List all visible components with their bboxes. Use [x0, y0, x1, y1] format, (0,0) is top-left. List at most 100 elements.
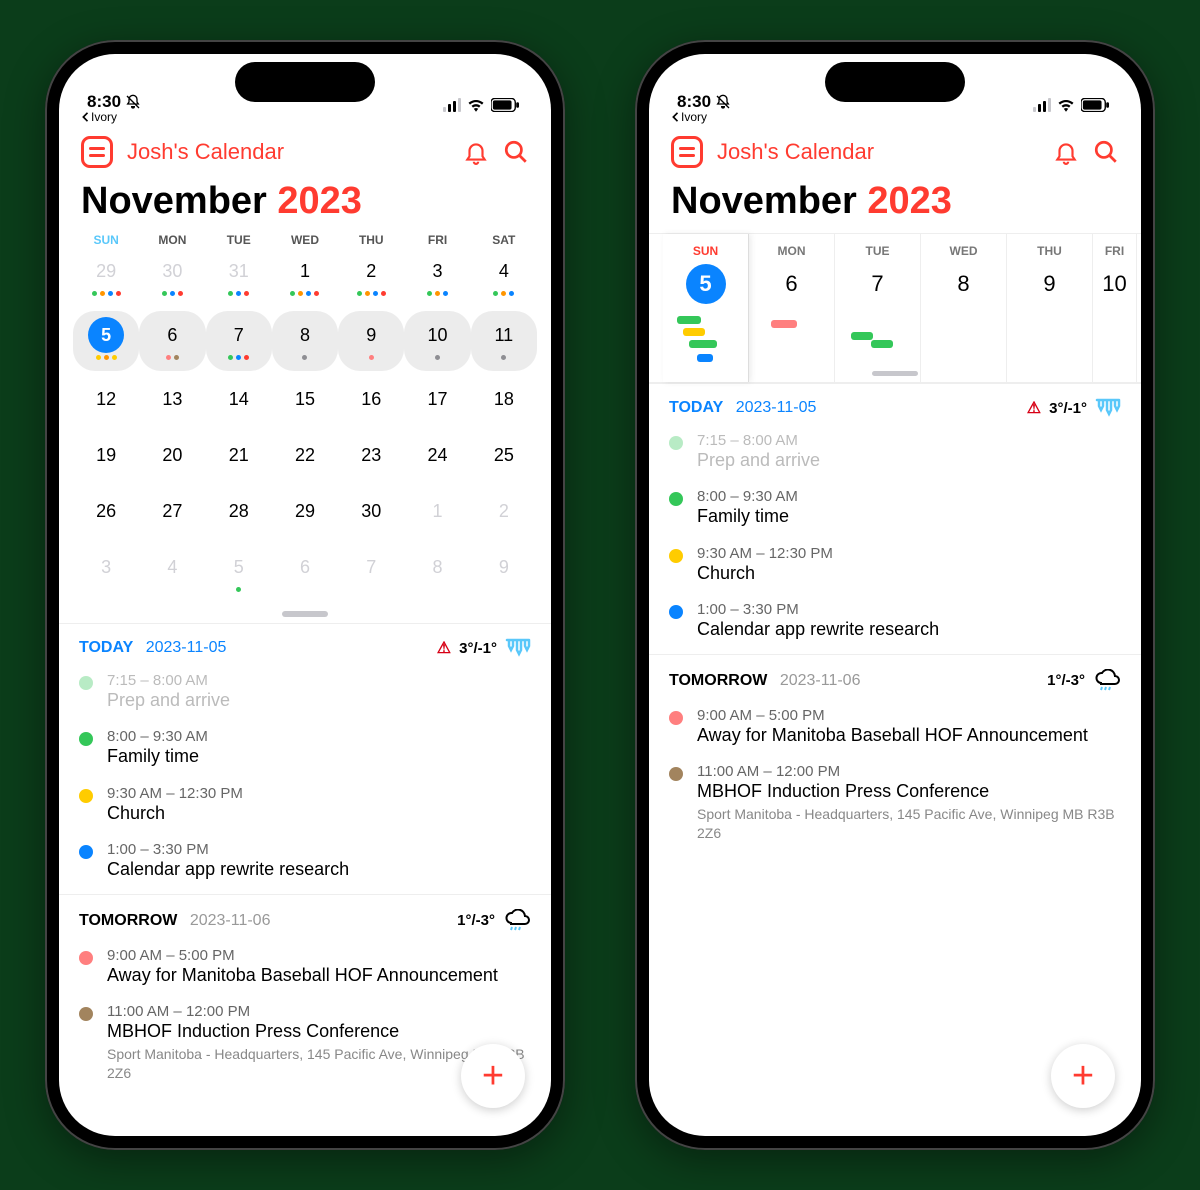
day-number: 18	[486, 381, 522, 417]
day-cell[interactable]: 28	[206, 487, 272, 539]
search-icon[interactable]	[503, 139, 529, 165]
day-cell[interactable]: 30	[139, 247, 205, 307]
day-number: 30	[154, 253, 190, 289]
week-strip-day[interactable]: THU9	[1007, 234, 1093, 382]
week-strip-day[interactable]: MON6	[749, 234, 835, 382]
day-cell[interactable]: 4	[471, 247, 537, 307]
event-item[interactable]: 1:00 – 3:30 PMCalendar app rewrite resea…	[59, 837, 551, 893]
day-cell[interactable]: 8	[404, 543, 470, 603]
drag-handle[interactable]	[872, 371, 918, 376]
day-number: 6	[772, 264, 812, 304]
day-cell[interactable]: 15	[272, 375, 338, 427]
day-cell[interactable]: 6	[139, 311, 205, 371]
day-cell[interactable]: 6	[272, 543, 338, 603]
day-cell[interactable]: 23	[338, 431, 404, 483]
week-strip-day[interactable]: FRI10	[1093, 234, 1137, 382]
day-cell[interactable]: 2	[471, 487, 537, 539]
cellular-icon	[443, 98, 461, 112]
event-title: MBHOF Induction Press Conference	[697, 780, 1121, 803]
day-cell[interactable]: 5	[73, 311, 139, 371]
day-number: 15	[287, 381, 323, 417]
day-cell[interactable]: 12	[73, 375, 139, 427]
day-cell[interactable]: 3	[404, 247, 470, 307]
agenda-section-header: TODAY 2023-11-05⚠3°/-1°	[59, 623, 551, 668]
day-cell[interactable]: 11	[471, 311, 537, 371]
event-item[interactable]: 1:00 – 3:30 PMCalendar app rewrite resea…	[649, 597, 1141, 653]
event-item[interactable]: 11:00 AM – 12:00 PMMBHOF Induction Press…	[649, 759, 1141, 854]
day-number: 5	[88, 317, 124, 353]
day-cell[interactable]: 9	[471, 543, 537, 603]
day-cell[interactable]: 13	[139, 375, 205, 427]
day-cell[interactable]: 5	[206, 543, 272, 603]
event-time: 8:00 – 9:30 AM	[107, 728, 531, 745]
day-number: 8	[287, 317, 323, 353]
day-cell[interactable]: 1	[272, 247, 338, 307]
day-cell[interactable]: 22	[272, 431, 338, 483]
day-cell[interactable]: 4	[139, 543, 205, 603]
day-cell[interactable]: 29	[272, 487, 338, 539]
event-title: Family time	[107, 745, 531, 768]
bell-slash-icon	[715, 94, 731, 110]
day-number: 13	[154, 381, 190, 417]
day-number: 27	[154, 493, 190, 529]
bell-icon[interactable]	[1053, 139, 1079, 165]
event-item[interactable]: 8:00 – 9:30 AMFamily time	[59, 724, 551, 780]
event-item[interactable]: 7:15 – 8:00 AMPrep and arrive	[59, 668, 551, 724]
add-event-button[interactable]: +	[1051, 1044, 1115, 1108]
day-cell[interactable]: 10	[404, 311, 470, 371]
week-strip-day[interactable]: TUE7	[835, 234, 921, 382]
day-cell[interactable]: 21	[206, 431, 272, 483]
day-cell[interactable]: 26	[73, 487, 139, 539]
weekday-label: THU	[338, 233, 404, 247]
mini-events	[1093, 310, 1136, 370]
day-cell[interactable]: 14	[206, 375, 272, 427]
day-cell[interactable]: 9	[338, 311, 404, 371]
day-cell[interactable]: 7	[338, 543, 404, 603]
day-number: 17	[420, 381, 456, 417]
day-cell[interactable]: 17	[404, 375, 470, 427]
day-cell[interactable]: 30	[338, 487, 404, 539]
bell-icon[interactable]	[463, 139, 489, 165]
day-cell[interactable]: 3	[73, 543, 139, 603]
weekday-header: SUNMONTUEWEDTHUFRISAT	[59, 233, 551, 247]
day-cell[interactable]: 16	[338, 375, 404, 427]
day-cell[interactable]: 20	[139, 431, 205, 483]
event-item[interactable]: 9:30 AM – 12:30 PMChurch	[649, 541, 1141, 597]
search-icon[interactable]	[1093, 139, 1119, 165]
day-cell[interactable]: 27	[139, 487, 205, 539]
app-icon[interactable]	[671, 136, 703, 168]
calendar-title[interactable]: Josh's Calendar	[717, 139, 1039, 165]
week-strip-day[interactable]: WED8	[921, 234, 1007, 382]
chevron-left-icon	[81, 112, 89, 122]
drag-handle[interactable]	[282, 611, 328, 617]
event-item[interactable]: 9:00 AM – 5:00 PMAway for Manitoba Baseb…	[649, 703, 1141, 759]
event-item[interactable]: 8:00 – 9:30 AMFamily time	[649, 484, 1141, 540]
day-cell[interactable]: 25	[471, 431, 537, 483]
month-grid[interactable]: 2930311234567891011121314151617181920212…	[59, 247, 551, 603]
day-cell[interactable]: 7	[206, 311, 272, 371]
day-cell[interactable]: 24	[404, 431, 470, 483]
week-strip[interactable]: SUN5MON6TUE7WED8THU9FRI10	[649, 233, 1141, 383]
app-icon[interactable]	[81, 136, 113, 168]
event-item[interactable]: 9:00 AM – 5:00 PMAway for Manitoba Baseb…	[59, 943, 551, 999]
day-cell[interactable]: 29	[73, 247, 139, 307]
temps: 3°/-1°	[459, 640, 497, 657]
event-item[interactable]: 9:30 AM – 12:30 PMChurch	[59, 781, 551, 837]
day-cell[interactable]: 8	[272, 311, 338, 371]
event-title: Calendar app rewrite research	[697, 618, 1121, 641]
calendar-title[interactable]: Josh's Calendar	[127, 139, 449, 165]
back-to-app[interactable]: Ivory	[649, 110, 1141, 124]
week-strip-day[interactable]: SUN5	[663, 234, 749, 382]
event-item[interactable]: 7:15 – 8:00 AMPrep and arrive	[649, 428, 1141, 484]
day-cell[interactable]: 31	[206, 247, 272, 307]
add-event-button[interactable]: +	[461, 1044, 525, 1108]
back-to-app[interactable]: Ivory	[59, 110, 551, 124]
day-cell[interactable]: 18	[471, 375, 537, 427]
event-title: Away for Manitoba Baseball HOF Announcem…	[107, 964, 531, 987]
event-dots	[338, 355, 404, 361]
event-time: 7:15 – 8:00 AM	[107, 672, 531, 689]
day-cell[interactable]: 1	[404, 487, 470, 539]
day-cell[interactable]: 19	[73, 431, 139, 483]
day-cell[interactable]: 2	[338, 247, 404, 307]
weekday-label: MON	[749, 234, 834, 264]
